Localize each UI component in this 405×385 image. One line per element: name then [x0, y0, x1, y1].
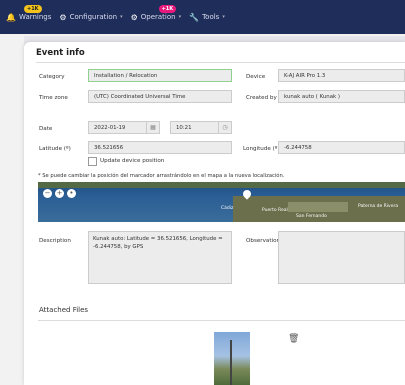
nav-operation[interactable]: ⚙ Operation ▾ +1K [130, 4, 182, 22]
attached-photo-thumbnail[interactable] [214, 332, 250, 385]
latitude-label: Latitude (º) [39, 146, 71, 152]
timezone-field[interactable]: (UTC) Coordinated Universal Time [88, 90, 232, 103]
observation-label: Observation [246, 238, 281, 244]
map-label-paterna: Paterna de Rivera [358, 204, 399, 209]
modal-title: Event info [36, 48, 85, 58]
map-hint-text: * Se puede cambiar la posición del marca… [38, 173, 285, 179]
longitude-label: Longitude (º) [243, 146, 280, 152]
description-label: Description [39, 238, 71, 244]
created-by-field[interactable]: kunak auto ( Kunak ) [278, 90, 405, 103]
divider [38, 320, 405, 321]
nav-tools[interactable]: 🔧 Tools ▾ [189, 13, 225, 22]
thumbnail-pole [230, 340, 232, 385]
time-value: 10:21 [176, 125, 192, 131]
longitude-field[interactable]: -6.244758 [278, 141, 405, 154]
map-label-puerto-real: Puerto Real [262, 208, 288, 213]
category-field[interactable]: Installation / Relocation [88, 69, 232, 82]
event-info-modal: Event info Category Installation / Reloc… [24, 42, 405, 385]
chevron-down-icon: ▾ [120, 14, 123, 20]
nav-configuration-label: Configuration [69, 13, 118, 21]
nav-tools-label: Tools [202, 13, 220, 21]
bell-icon: 🔔 [6, 12, 16, 22]
date-value: 2022-01-19 [94, 125, 126, 131]
latitude-field[interactable]: 36.521656 [88, 141, 232, 154]
chevron-down-icon: ▾ [178, 14, 182, 20]
chevron-down-icon: ▾ [222, 14, 225, 20]
clock-icon[interactable]: ◷ [218, 122, 231, 133]
update-position-checkbox[interactable] [88, 157, 97, 166]
map-zoom-out-button[interactable]: − [43, 189, 52, 198]
attached-files-title: Attached Files [39, 306, 89, 314]
gear-icon: ⚙ [59, 12, 67, 22]
location-map[interactable]: − + • Cádiz Puerto Real San Fernando Pat… [38, 182, 405, 222]
top-navigation-bar: 🔔 Warnings +1K ⚙ Configuration ▾ ⚙ Opera… [0, 0, 405, 34]
nav-operation-label: Operation [140, 13, 176, 21]
map-label-cadiz: Cádiz [221, 206, 234, 211]
trash-icon[interactable]: 🗑 [288, 334, 299, 344]
nav-configuration[interactable]: ⚙ Configuration ▾ [59, 13, 122, 22]
date-label: Date [39, 126, 53, 132]
observation-textarea[interactable] [278, 231, 405, 284]
nav-warnings-label: Warnings [18, 13, 52, 21]
created-by-label: Created by [246, 95, 277, 101]
timezone-label: Time zone [39, 95, 68, 101]
warnings-badge: +1K [24, 4, 42, 13]
time-field[interactable]: 10:21 ◷ [170, 121, 232, 134]
divider [36, 62, 405, 63]
date-field[interactable]: 2022-01-19 ▦ [88, 121, 160, 134]
calendar-icon[interactable]: ▦ [146, 122, 159, 133]
wrench-icon: 🔧 [189, 12, 200, 22]
map-locate-button[interactable]: • [67, 189, 76, 198]
map-marsh [288, 202, 348, 212]
update-position-label: Update device position [100, 158, 165, 164]
nav-warnings[interactable]: 🔔 Warnings +1K [6, 4, 52, 22]
device-field[interactable]: K-AJ AIR Pro 1.3 [278, 69, 405, 82]
description-textarea[interactable]: Kunak auto: Latitude = 36.521656, Longit… [88, 231, 232, 284]
map-zoom-in-button[interactable]: + [55, 189, 64, 198]
device-label: Device [246, 74, 266, 80]
operation-icon: ⚙ [130, 12, 138, 22]
map-label-san-fernando: San Fernando [296, 214, 327, 219]
map-land-north [38, 182, 405, 188]
category-label: Category [39, 74, 65, 80]
operation-badge: +1K [158, 4, 177, 13]
